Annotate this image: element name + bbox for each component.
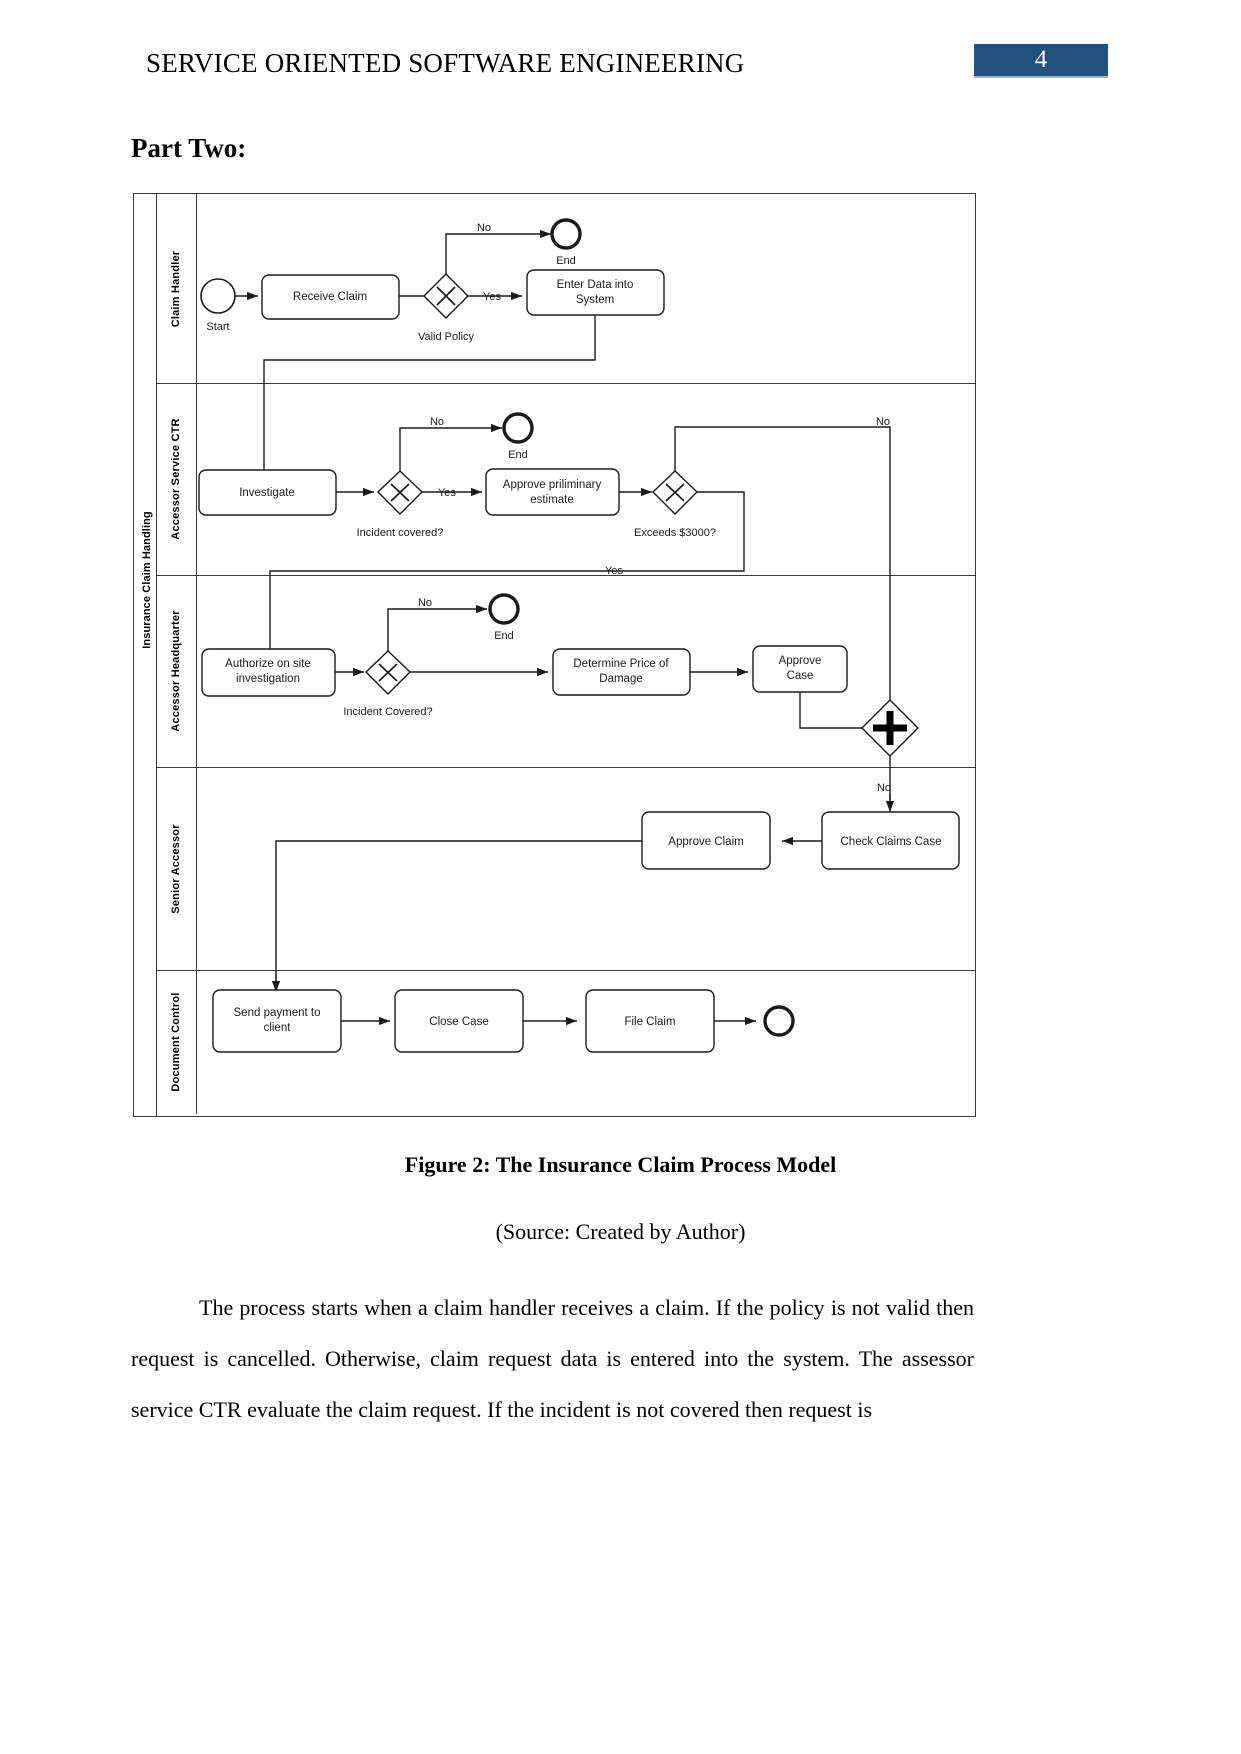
body-paragraph: The process starts when a claim handler … [131,1282,974,1435]
lane-header-senior-accessor: Senior Accessor [156,767,197,970]
lane-label-accessor-headquarter: Accessor Headquarter [170,610,182,732]
page-number-badge: 4 [974,44,1108,78]
section-heading: Part Two: [131,133,247,163]
lane-accessor-headquarter: Accessor Headquarter [156,575,975,768]
bpmn-diagram: Insurance Claim Handling Claim Handler A… [133,193,976,1117]
lane-label-accessor-service-ctr: Accessor Service CTR [170,418,182,540]
lane-header-document-control: Document Control [156,970,197,1114]
figure-source: (Source: Created by Author) [495,1219,746,1244]
paragraph-text: The process starts when a claim handler … [131,1295,974,1422]
lane-senior-accessor: Senior Accessor [156,767,975,971]
lane-label-claim-handler: Claim Handler [170,250,182,327]
lane-header-accessor-headquarter: Accessor Headquarter [156,575,197,767]
lane-accessor-service-ctr: Accessor Service CTR [156,383,975,576]
lane-claim-handler: Claim Handler [156,194,975,384]
lane-header-claim-handler: Claim Handler [156,194,197,383]
lane-document-control: Document Control [156,970,975,1114]
lane-header-accessor-service-ctr: Accessor Service CTR [156,383,197,575]
page-header: SERVICE ORIENTED SOFTWARE ENGINEERING 4 [0,44,1241,90]
pool-label: Insurance Claim Handling [141,511,153,649]
lane-label-senior-accessor: Senior Accessor [170,823,182,914]
pool-label-column: Insurance Claim Handling [134,194,157,1116]
figure-caption: Figure 2: The Insurance Claim Process Mo… [404,1152,837,1177]
header-title: SERVICE ORIENTED SOFTWARE ENGINEERING [146,48,745,78]
lane-label-document-control: Document Control [170,992,182,1092]
